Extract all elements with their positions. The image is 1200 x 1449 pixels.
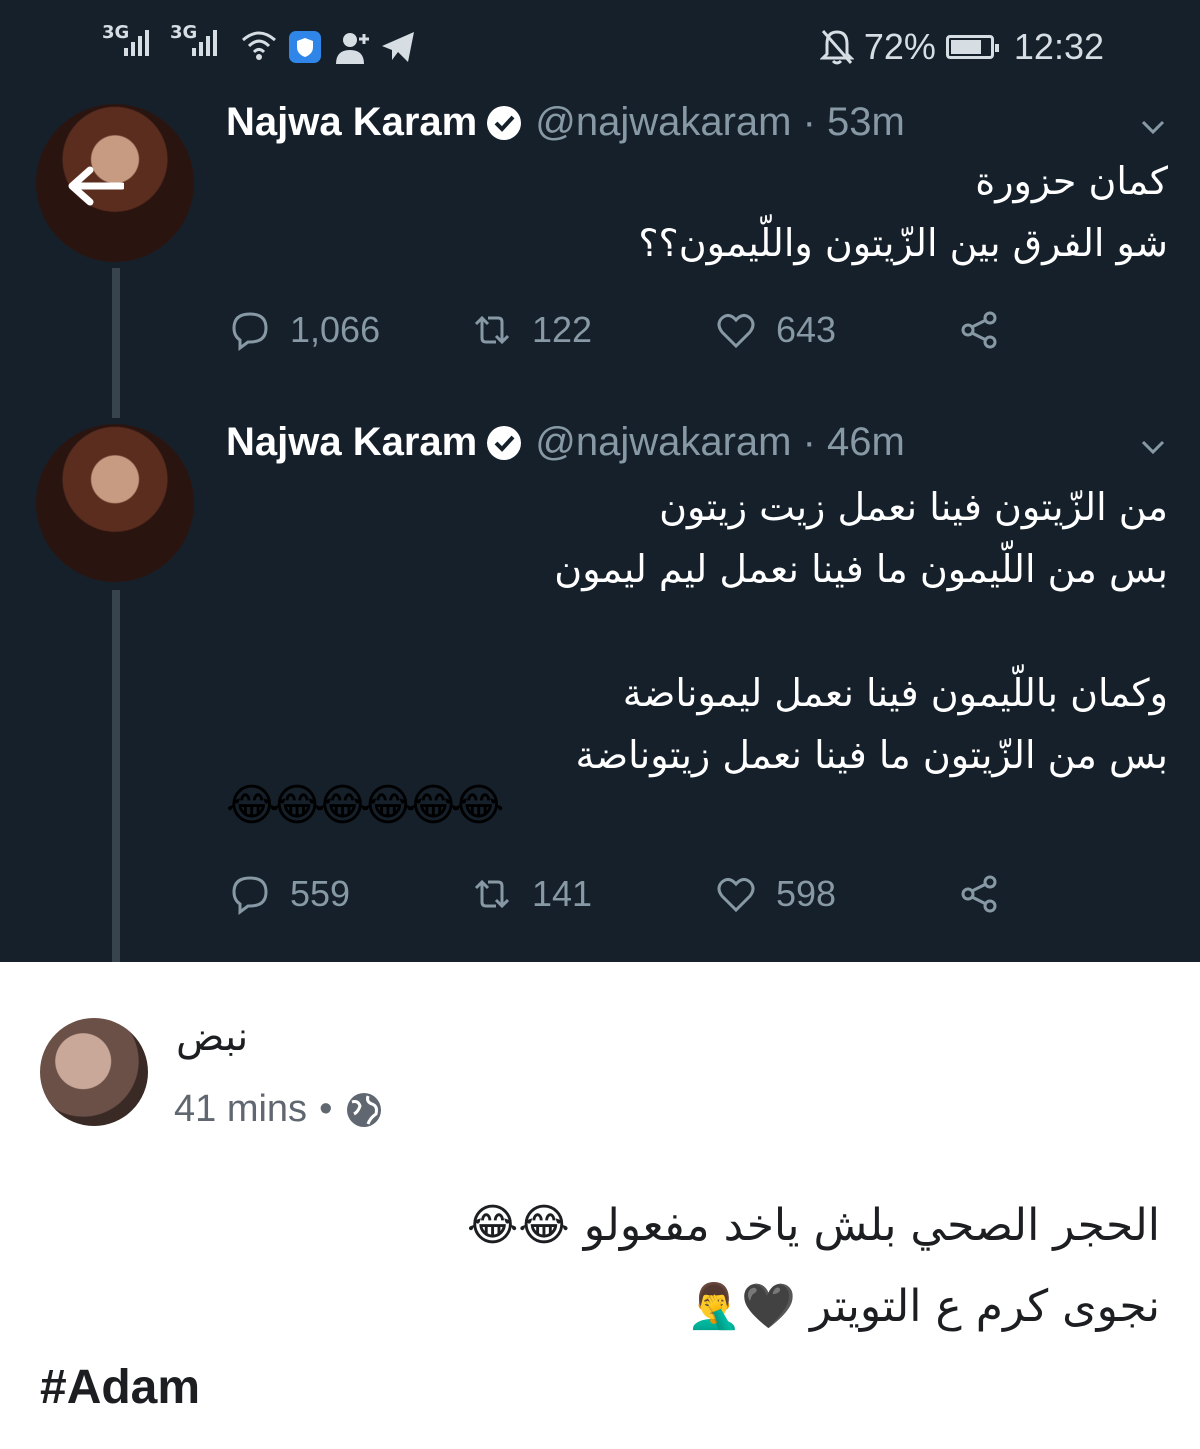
verified-badge-icon [487, 425, 522, 460]
retweet-icon [474, 879, 510, 909]
post-author-name[interactable]: نبض [176, 1014, 248, 1060]
signal-icon [124, 30, 149, 56]
tweet-line: بس من اللّيمون ما فينا نعمل ليم ليمون [554, 547, 1168, 591]
reply-count: 1,066 [290, 309, 381, 350]
like-count: 643 [776, 309, 837, 350]
hashtag[interactable]: #Adam [40, 1360, 200, 1415]
verified-badge-icon [487, 105, 522, 140]
tweet-line: شو الفرق بين الزّيتون واللّيمون؟؟ [638, 221, 1168, 265]
globe-icon [347, 1092, 382, 1127]
thread-line [112, 590, 120, 962]
back-arrow-icon[interactable] [66, 166, 124, 206]
chevron-down-icon[interactable] [1138, 112, 1168, 142]
post-meta: 41 mins • [174, 1088, 384, 1131]
avatar[interactable] [40, 1018, 148, 1126]
tweet-actions: 559 141 598 [228, 872, 1028, 922]
battery-percent: 72% [863, 26, 936, 67]
mute-bell-icon [819, 30, 854, 65]
telegram-icon [382, 32, 414, 62]
like-button[interactable]: 643 [714, 308, 836, 352]
retweet-button[interactable]: 141 [470, 872, 592, 916]
status-bar: 3G 3G 72% 12:32 [0, 0, 1200, 90]
thread-line [112, 268, 120, 418]
reply-icon [232, 312, 268, 351]
tweet-body: كمان حزورة شو الفرق بين الزّيتون واللّيم… [638, 150, 1168, 274]
tweet-handle-time[interactable]: @najwakaram · 53m [535, 100, 905, 145]
twitter-screenshot: 3G 3G 72% 12:32 Najwa Karam @najwakaram … [0, 0, 1200, 962]
post-text-line: نجوى كرم ع التويتر 🖤🤦‍♂️ [686, 1281, 1161, 1332]
share-button[interactable] [958, 308, 1002, 352]
emoji-row: 😂😂😂😂😂😂 [226, 780, 504, 831]
tweet-line: كمان حزورة [975, 159, 1168, 203]
share-button[interactable] [958, 872, 1002, 916]
reply-icon [232, 876, 268, 915]
tweet-header: Najwa Karam @najwakaram · 53m [226, 100, 905, 145]
avatar[interactable] [36, 424, 194, 582]
avatar[interactable] [36, 104, 194, 262]
chevron-down-icon[interactable] [1138, 432, 1168, 462]
retweet-count: 122 [532, 309, 593, 350]
tweet-line: وكمان باللّيمون فينا نعمل ليموناضة [622, 671, 1168, 715]
post-time[interactable]: 41 mins [174, 1088, 307, 1131]
clock: 12:32 [1013, 26, 1104, 67]
tweet-author-name[interactable]: Najwa Karam [226, 420, 477, 465]
share-icon [961, 875, 997, 913]
reply-button[interactable]: 559 [228, 872, 350, 916]
tweet-header: Najwa Karam @najwakaram · 46m [226, 420, 905, 465]
heart-icon [717, 877, 755, 913]
person-add-icon [336, 33, 369, 64]
signal-icon-2 [192, 30, 217, 56]
reply-count: 559 [290, 873, 351, 914]
meta-separator: • [319, 1088, 333, 1130]
tweet-actions: 1,066 122 643 [228, 308, 1028, 358]
vpn-shield-icon [289, 31, 321, 63]
post-text-line: الحجر الصحي بلش ياخد مفعولو 😂😂 [466, 1200, 1160, 1251]
tweet-body: من الزّيتون فينا نعمل زيت زيتون بس من ال… [554, 476, 1168, 786]
tweet-author-name[interactable]: Najwa Karam [226, 100, 477, 145]
like-button[interactable]: 598 [714, 872, 836, 916]
retweet-icon [474, 315, 510, 345]
tweet-line: بس من الزّيتون ما فينا نعمل زيتوناضة [575, 733, 1168, 777]
tweet-handle-time[interactable]: @najwakaram · 46m [535, 420, 905, 465]
heart-icon [717, 313, 755, 349]
tweet-line: من الزّيتون فينا نعمل زيت زيتون [659, 485, 1168, 529]
retweet-button[interactable]: 122 [470, 308, 592, 352]
status-right: 72% 12:32 [819, 26, 1104, 68]
share-icon [961, 311, 997, 349]
like-count: 598 [776, 873, 837, 914]
wifi-icon [242, 31, 276, 60]
battery-icon [945, 35, 999, 59]
retweet-count: 141 [532, 873, 593, 914]
reply-button[interactable]: 1,066 [228, 308, 380, 352]
